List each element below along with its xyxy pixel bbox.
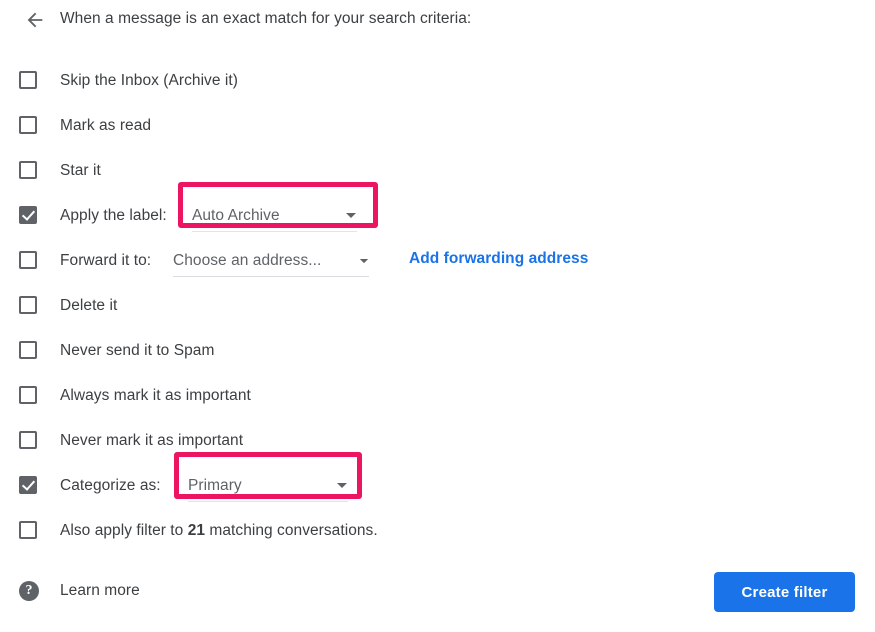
label-categorize-as: Categorize as: [60,477,161,494]
back-arrow-icon[interactable] [22,7,48,33]
forward-address-underline [173,276,369,277]
learn-more-label: Learn more [60,582,140,599]
row-delete-it: Delete it [0,283,875,328]
row-star-it: Star it [0,148,875,193]
also-apply-prefix: Also apply filter to [60,522,184,539]
create-filter-button[interactable]: Create filter [714,572,855,612]
label-forward-to: Forward it to: [60,252,152,269]
label-apply-label: Apply the label: [60,207,167,224]
checkbox-apply-label[interactable] [19,206,37,224]
also-apply-suffix: matching conversations. [209,522,378,539]
page-title: When a message is an exact match for you… [60,10,472,27]
row-never-spam: Never send it to Spam [0,328,875,373]
add-forwarding-address-link[interactable]: Add forwarding address [409,250,588,268]
row-categorize-as: Categorize as: Primary [0,463,875,508]
category-select-underline [188,501,348,502]
checkbox-star-it[interactable] [19,161,37,179]
checkbox-never-spam[interactable] [19,341,37,359]
panel-footer: ? Learn more Create filter [0,566,875,632]
checkbox-also-apply-filter[interactable] [19,521,37,539]
category-select-dropdown[interactable]: Primary [188,473,348,502]
label-star-it: Star it [60,162,101,179]
create-filter-panel: When a message is an exact match for you… [0,0,875,632]
label-select-underline [192,231,357,232]
row-skip-inbox: Skip the Inbox (Archive it) [0,58,875,103]
label-never-spam: Never send it to Spam [60,342,215,359]
matching-conversations-count: 21 [187,522,206,539]
row-also-apply-filter: Also apply filter to 21 matching convers… [0,508,875,553]
checkbox-always-important[interactable] [19,386,37,404]
chevron-down-icon [359,258,369,265]
label-mark-as-read: Mark as read [60,117,152,134]
label-never-important: Never mark it as important [60,432,244,449]
forward-address-dropdown[interactable]: Choose an address... [173,248,369,277]
row-mark-as-read: Mark as read [0,103,875,148]
label-always-important: Always mark it as important [60,387,251,404]
category-select-value: Primary [188,477,242,494]
chevron-down-icon [345,212,357,220]
checkbox-delete-it[interactable] [19,296,37,314]
checkbox-categorize-as[interactable] [19,476,37,494]
label-also-apply-filter: Also apply filter to 21 matching convers… [60,520,378,541]
row-forward-to: Forward it to: Choose an address... Add … [0,238,875,283]
checkbox-never-important[interactable] [19,431,37,449]
learn-more-link[interactable]: ? Learn more [19,581,140,601]
chevron-down-icon [336,482,348,490]
label-select-dropdown[interactable]: Auto Archive [192,203,357,232]
row-apply-label: Apply the label: Auto Archive [0,193,875,238]
label-delete-it: Delete it [60,297,118,314]
panel-header: When a message is an exact match for you… [0,0,875,44]
checkbox-skip-inbox[interactable] [19,71,37,89]
forward-address-value: Choose an address... [173,252,322,269]
checkbox-forward-to[interactable] [19,251,37,269]
help-question-icon: ? [19,581,39,601]
label-skip-inbox: Skip the Inbox (Archive it) [60,72,238,89]
label-select-value: Auto Archive [192,207,280,224]
filter-action-list: Skip the Inbox (Archive it) Mark as read… [0,58,875,553]
row-never-important: Never mark it as important [0,418,875,463]
row-always-important: Always mark it as important [0,373,875,418]
checkbox-mark-as-read[interactable] [19,116,37,134]
